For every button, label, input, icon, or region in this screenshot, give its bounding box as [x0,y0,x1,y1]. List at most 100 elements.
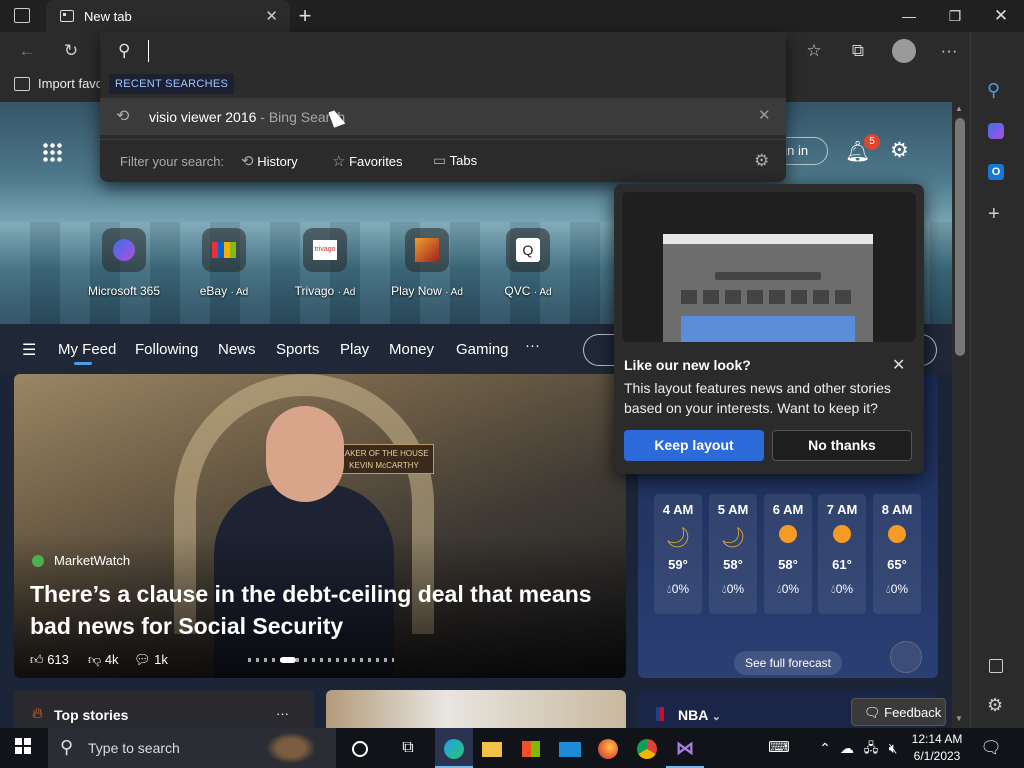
search-settings-icon[interactable]: ⚙ [754,151,769,171]
sidebar-add-icon[interactable]: + [988,203,1000,226]
tab-gaming[interactable]: Gaming [456,341,509,358]
remove-suggestion-icon[interactable]: ✕ [758,106,771,124]
ad-label: · Ad [337,287,356,298]
feed-menu-icon[interactable]: ☰ [22,340,36,360]
tab-sports[interactable]: Sports [276,341,319,358]
story-image-sign: EAKER OF THE HOUSE KEVIN McCARTHY [334,444,434,474]
file-explorer-icon[interactable] [473,728,511,768]
tab-money[interactable]: Money [389,341,434,358]
tab-actions-icon[interactable] [14,8,30,23]
close-window-button[interactable]: ✕ [978,0,1024,32]
back-button[interactable]: ← [10,32,44,70]
popup-body: This layout features news and other stor… [624,380,891,416]
microsoft-365-icon [102,228,146,272]
visual-studio-icon[interactable]: ⋈ [666,728,704,768]
hour-temp: 58° [723,557,743,572]
recent-search-text: visio viewer 2016 - Bing Search [149,109,345,125]
story-card-image[interactable] [326,690,626,728]
hourly-forecast-8am: 8 AM 65° 💧︎0% [873,494,921,614]
star-icon: ☆ [332,153,346,170]
notification-center-icon[interactable]: 🗨︎ [972,728,1010,768]
minimize-button[interactable]: — [886,0,932,32]
refresh-button[interactable]: ↻ [54,32,88,70]
quick-link-label: QVC [504,284,531,298]
hour-precip: 0% [781,582,800,596]
see-full-forecast-button[interactable]: See full forecast [734,651,842,675]
collections-icon[interactable]: ⧉ [841,32,875,70]
illustration-searchbar [715,272,821,280]
profile-avatar[interactable] [892,39,916,63]
tab-play[interactable]: Play [340,341,369,358]
touch-keyboard-icon[interactable]: ⌨︎ [760,728,798,768]
quick-link-play-now[interactable]: Play Now · Ad [377,228,477,298]
notification-badge: 5 [864,134,880,150]
ebay-icon [202,228,246,272]
new-tab-button[interactable]: + [292,0,318,32]
sun-icon [873,525,921,549]
top-stories-more-button[interactable]: ··· [276,706,289,721]
feedback-button[interactable]: 🗨︎ Feedback [851,698,946,726]
comments-button[interactable]: 💬︎ 1k [134,652,168,668]
close-tab-icon[interactable]: ✕ [265,7,278,25]
favorites-icon[interactable]: ☆ [797,32,831,70]
fire-icon: 🔥︎ [32,705,44,722]
weather-map-icon[interactable] [890,641,922,673]
nba-title[interactable]: NBA ⌄ [678,707,721,723]
hour-temp: 58° [778,557,798,572]
quick-link-microsoft-365[interactable]: Microsoft 365 [74,228,174,298]
import-favorites[interactable]: Import favo [14,76,103,91]
more-tabs-button[interactable]: ··· [525,337,540,354]
cortana-icon[interactable] [341,728,379,768]
apps-grid-icon[interactable] [42,142,62,162]
like-button[interactable]: 👍︎ 613 [30,652,69,668]
tab-my-feed[interactable]: My Feed [58,341,116,358]
taskbar-search-box[interactable]: ⚲ Type to search [48,728,336,768]
source-logo-icon [32,555,44,567]
scroll-down-arrow[interactable]: ▼ [955,714,963,723]
filter-tabs[interactable]: ▭ Tabs [433,152,477,169]
tab-news[interactable]: News [218,341,256,358]
story-image-face [266,406,344,502]
page-settings-icon[interactable]: ⚙ [890,138,909,163]
mail-icon[interactable] [551,728,589,768]
filter-favorites[interactable]: ☆ Favorites [332,152,403,170]
tab-new-tab[interactable]: New tab ✕ [46,0,290,32]
firefox-icon[interactable] [589,728,627,768]
keep-layout-button[interactable]: Keep layout [624,430,764,461]
scroll-up-arrow[interactable]: ▲ [955,104,963,113]
dropdown-divider [100,139,786,140]
address-input[interactable] [148,40,748,62]
main-story-card[interactable]: EAKER OF THE HOUSE KEVIN McCARTHY Market… [14,374,626,678]
sidebar-outlook-icon[interactable]: O [988,164,1004,180]
story-headline[interactable]: There’s a clause in the debt-ceiling dea… [30,578,610,642]
history-icon: ⟲ [116,108,130,125]
scrollbar-thumb[interactable] [955,118,965,356]
filter-history[interactable]: ⟲ History [241,152,298,170]
restore-button[interactable]: ❐ [932,0,978,32]
sidebar-copilot-icon[interactable] [988,123,1004,139]
hour-precip: 0% [890,582,909,596]
dislike-button[interactable]: 👎︎ 4k [88,652,119,668]
sidebar-split-icon[interactable] [989,659,1003,673]
quick-link-trivago[interactable]: trivago Trivago · Ad [275,228,375,298]
sidebar-settings-icon[interactable]: ⚙ [987,695,1003,716]
popup-close-icon[interactable]: ✕ [892,355,905,375]
tab-following[interactable]: Following [135,341,198,358]
sun-icon [818,525,866,549]
sidebar-search-icon[interactable]: ⚲ [987,80,1000,101]
no-thanks-button[interactable]: No thanks [772,430,912,461]
illustration-feed [681,316,855,342]
task-view-icon[interactable]: ⧉ [389,728,427,768]
start-button[interactable] [4,728,42,768]
taskbar-search-icon: ⚲ [60,737,74,757]
store-icon[interactable] [512,728,550,768]
carousel-dots[interactable] [248,658,394,662]
clock[interactable]: 12:14 AM 6/1/2023 [906,731,968,765]
import-icon [14,76,30,91]
edge-taskbar-icon[interactable] [435,728,473,768]
quick-link-qvc[interactable]: Q QVC · Ad [478,228,578,298]
quick-link-ebay[interactable]: eBay · Ad [174,228,274,298]
settings-more-icon[interactable]: ··· [932,32,966,70]
hour-temp: 61° [832,557,852,572]
chrome-icon[interactable] [628,728,666,768]
